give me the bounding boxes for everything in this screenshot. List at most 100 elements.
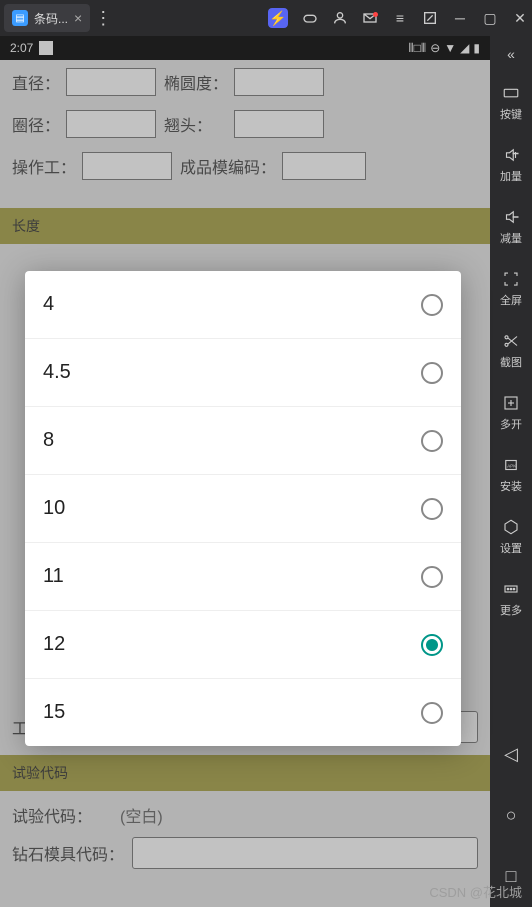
sidebar-item-settings[interactable]: 设置 [500,506,522,568]
option-label: 10 [43,497,65,520]
test-code-value[interactable]: (空白) [120,803,163,827]
watermark-text: CSDN @花北城 [429,882,522,901]
browser-tab[interactable]: ▤ 条码... × [4,4,90,32]
lightning-icon[interactable]: ⚡ [268,8,288,28]
user-icon[interactable] [332,10,348,26]
sidebar-item-install[interactable]: APK 安装 [500,444,522,506]
sidebar-label: 减量 [500,230,522,246]
tab-favicon: ▤ [12,10,28,26]
tab-title: 条码... [34,10,68,27]
clock: 2:07 [10,41,33,55]
option-15[interactable]: 15 [25,679,461,746]
operator-label: 操作工： [12,154,76,178]
vibrate-icon: ⦀□⦀ [408,41,426,56]
emulator-screen: 2:07 ⦀□⦀ ⊖ ▼ ◢ ▮ 直径： 椭圆度： 圈径： [0,36,490,907]
select-dialog: 4 4.5 8 10 11 12 15 [25,271,461,746]
sidebar-label: 设置 [500,540,522,556]
fullscreen-icon [502,270,520,288]
diamond-code-input[interactable] [132,837,478,869]
option-label: 4 [43,293,54,316]
sidebar-label: 全屏 [500,292,522,308]
hamburger-icon[interactable]: ≡ [392,10,408,26]
test-section-header: 试验代码 [0,755,490,791]
test-code-label: 试验代码： [12,803,112,827]
close-window-icon[interactable]: ✕ [512,10,528,26]
ovality-label: 椭圆度： [164,70,228,94]
tab-menu-icon[interactable]: ⋮ [94,8,112,29]
option-10[interactable]: 10 [25,475,461,543]
option-label: 15 [43,701,65,724]
keyboard-icon [502,84,520,102]
warp-label: 翘头： [164,112,212,136]
option-label: 4.5 [43,361,71,384]
wifi-icon: ▼ [444,41,456,55]
dnd-icon: ⊖ [430,41,440,55]
multi-instance-icon [502,394,520,412]
svg-text:APK: APK [507,463,516,468]
notification-icon [39,41,53,55]
ring-diameter-label: 圈径： [12,112,60,136]
mold-code-label: 成品模编码： [180,154,276,178]
status-icons: ⦀□⦀ ⊖ ▼ ◢ ▮ [408,41,480,56]
radio-icon [421,430,443,452]
radio-icon [421,294,443,316]
sidebar-item-keyboard[interactable]: 按键 [500,72,522,134]
diameter-label: 直径： [12,70,60,94]
length-section-header: 长度 [0,208,490,244]
back-button-icon[interactable]: ◁ [504,744,518,765]
maximize-icon[interactable]: ▢ [482,10,498,26]
volume-up-icon [502,146,520,164]
android-nav-buttons: ◁ ○ □ [504,744,518,887]
sidebar-item-more[interactable]: 更多 [500,568,522,630]
minimize-icon[interactable]: ─ [452,10,468,26]
option-8[interactable]: 8 [25,407,461,475]
sidebar-item-screenshot[interactable]: 截图 [500,320,522,382]
radio-selected-icon [421,634,443,656]
settings-icon [502,518,520,536]
home-button-icon[interactable]: ○ [506,805,517,826]
diameter-input[interactable] [66,68,156,96]
emulator-sidebar: « 按键 加量 减量 全屏 截图 多开 APK 安装 设置 更多 ◁ ○ □ [490,36,532,907]
option-4-5[interactable]: 4.5 [25,339,461,407]
collapse-sidebar-icon[interactable]: « [507,42,515,72]
sidebar-item-volup[interactable]: 加量 [500,134,522,196]
sidebar-label: 安装 [500,478,522,494]
sidebar-label: 截图 [500,354,522,370]
operator-input[interactable] [82,152,172,180]
gamepad-icon[interactable] [302,10,318,26]
radio-icon [421,566,443,588]
sidebar-label: 按键 [500,106,522,122]
radio-icon [421,702,443,724]
radio-icon [421,362,443,384]
sidebar-label: 加量 [500,168,522,184]
form-container: 直径： 椭圆度： 圈径： 翘头： 操作工： 成品模 [0,60,490,202]
sidebar-label: 多开 [500,416,522,432]
sidebar-item-voldown[interactable]: 减量 [500,196,522,258]
option-12[interactable]: 12 [25,611,461,679]
titlebar-actions: ⚡ ≡ ─ ▢ ✕ [268,8,528,28]
android-status-bar: 2:07 ⦀□⦀ ⊖ ▼ ◢ ▮ [0,36,490,60]
mail-icon[interactable] [362,10,378,26]
sidebar-item-fullscreen[interactable]: 全屏 [500,258,522,320]
ovality-input[interactable] [234,68,324,96]
option-label: 12 [43,633,65,656]
option-4[interactable]: 4 [25,271,461,339]
radio-icon [421,498,443,520]
signal-icon: ◢ [460,41,469,55]
ring-diameter-input[interactable] [66,110,156,138]
mold-code-input[interactable] [282,152,366,180]
option-label: 11 [43,565,64,588]
option-11[interactable]: 11 [25,543,461,611]
diamond-code-label: 钻石模具代码： [12,841,124,865]
window-titlebar: ▤ 条码... × ⋮ ⚡ ≡ ─ ▢ ✕ [0,0,532,36]
sidebar-label: 更多 [500,602,522,618]
more-icon [502,580,520,598]
cast-icon[interactable] [422,10,438,26]
scissors-icon [502,332,520,350]
sidebar-item-multi[interactable]: 多开 [500,382,522,444]
battery-icon: ▮ [473,41,480,55]
apk-icon: APK [502,456,520,474]
volume-down-icon [502,208,520,226]
close-tab-icon[interactable]: × [74,10,82,26]
warp-input[interactable] [234,110,324,138]
